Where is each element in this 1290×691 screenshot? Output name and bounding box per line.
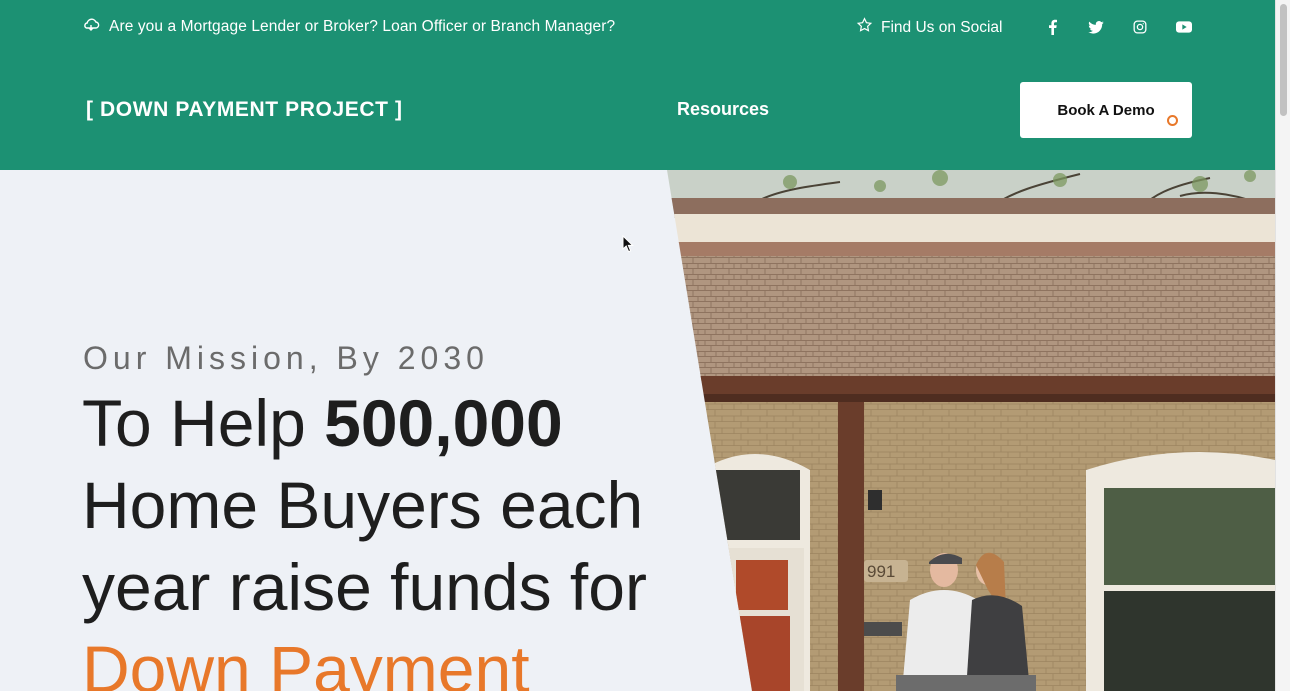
social-icons [1030,14,1206,40]
mouse-cursor-icon [622,234,634,258]
page-scrollbar[interactable] [1275,0,1290,691]
site-logo[interactable]: [ DOWN PAYMENT PROJECT ] [86,98,403,122]
book-demo-button[interactable]: Book A Demo [1020,82,1192,138]
lender-prompt[interactable]: Are you a Mortgage Lender or Broker? Loa… [82,17,615,36]
social-label-text: Find Us on Social [881,18,1003,36]
twitter-icon[interactable] [1074,14,1118,40]
star-icon [856,17,873,38]
facebook-icon[interactable] [1030,14,1074,40]
headline-part-1: To Help [82,386,325,460]
lender-prompt-text[interactable]: Are you a Mortgage Lender or Broker? Loa… [109,18,615,36]
top-announcement-bar: Are you a Mortgage Lender or Broker? Loa… [0,0,1275,56]
headline-part-2: Home Buyers each year raise funds for [82,468,647,624]
headline-number: 500,000 [324,386,563,460]
social-label: Find Us on Social [856,17,1002,38]
scrollbar-thumb[interactable] [1280,4,1287,116]
button-indicator-dot [1167,115,1178,126]
svg-text:991: 991 [867,562,895,581]
hero-section: 991 Our Mission, By 2030 To Help 500,000… [0,170,1275,691]
cloud-icon [82,17,100,36]
nav-resources-link[interactable]: Resources [677,99,769,120]
instagram-icon[interactable] [1118,14,1162,40]
mission-eyebrow: Our Mission, By 2030 [83,340,489,376]
youtube-icon[interactable] [1162,14,1206,40]
book-demo-label: Book A Demo [1057,101,1155,119]
headline-accent: Down Payment [82,632,530,691]
site-header: [ DOWN PAYMENT PROJECT ] Resources Book … [0,56,1275,170]
hero-headline: To Help 500,000 Home Buyers each year ra… [82,382,742,691]
